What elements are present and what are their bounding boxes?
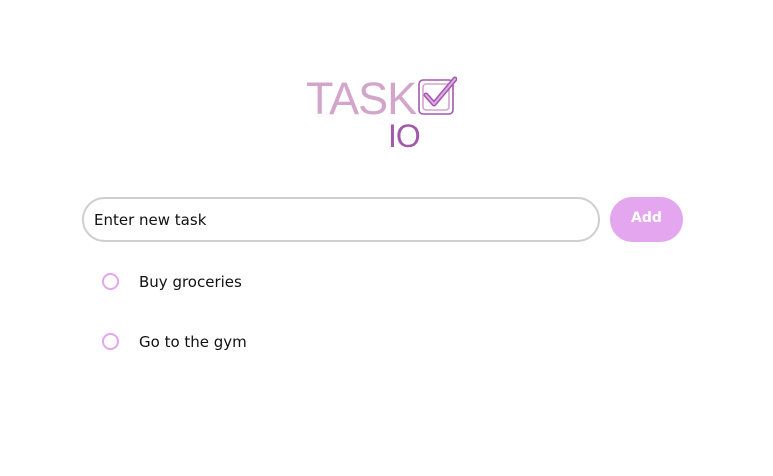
app-logo: TASK IO — [306, 76, 458, 152]
task-label: Buy groceries — [139, 273, 242, 291]
task-complete-toggle[interactable] — [102, 273, 119, 290]
task-label: Go to the gym — [139, 333, 247, 351]
logo-subtitle: IO — [388, 118, 421, 154]
logo-wordmark: TASK — [306, 73, 417, 124]
add-task-button[interactable]: Add — [610, 197, 683, 242]
checkbox-check-icon — [418, 76, 457, 115]
task-complete-toggle[interactable] — [102, 333, 119, 350]
new-task-form: Add — [82, 197, 683, 242]
new-task-input[interactable] — [82, 197, 600, 242]
app-page: TASK IO Add Buy groceries Go to the gym — [0, 0, 773, 476]
